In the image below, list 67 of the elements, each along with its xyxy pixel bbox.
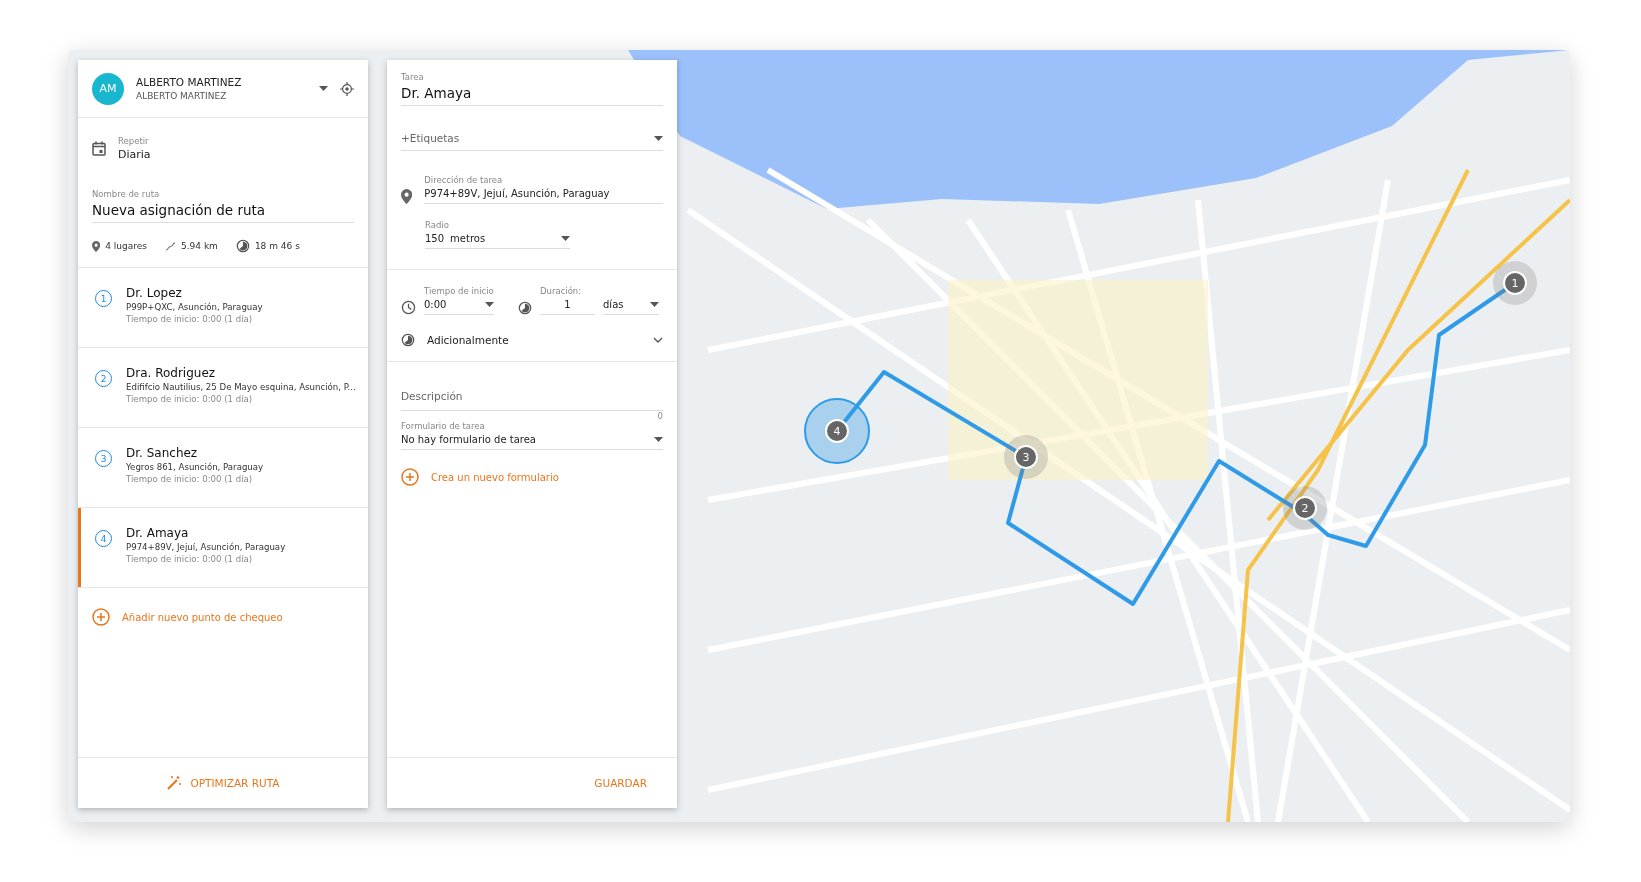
calendar-icon (92, 141, 106, 156)
field-label: Dirección de tarea (424, 175, 504, 185)
dropdown-caret-icon[interactable] (485, 302, 494, 307)
dropdown-caret-icon[interactable] (654, 437, 663, 442)
stop-item[interactable]: 3 Dr. Sanchez Yegros 861, Asunción, Paraguay Tiempo de inicio: 0:00 (1 día) (78, 428, 368, 508)
route-marker[interactable]: 3 (1004, 435, 1048, 479)
stop-name: Dra. Rodriguez (126, 366, 217, 380)
clock-icon (401, 300, 416, 315)
timer-icon (235, 239, 250, 253)
duration-unit[interactable]: días (603, 299, 624, 310)
stop-address: Edififcio Nautilius, 25 De Mayo esquina, Asunción, P... (126, 382, 356, 392)
field-label: Repetir (118, 136, 150, 146)
location-pin-icon (92, 240, 101, 252)
radius-value[interactable]: 150 (425, 233, 445, 244)
dropdown-caret-icon[interactable] (319, 86, 328, 91)
stop-item[interactable]: 2 Dra. Rodriguez Edififcio Nautilius, 25 De Mayo esquina, Asunción, P... Tiempo de inicio: 0:00 (1 día) (78, 348, 368, 428)
field-label: Duración: (540, 286, 583, 296)
route-marker[interactable]: 4 (804, 398, 870, 464)
chevron-icon (653, 337, 663, 343)
stop-time: Tiempo de inicio: 0:00 (1 día) (126, 554, 254, 564)
tags-dropdown[interactable]: +Etiquetas (401, 132, 460, 144)
route-name-field[interactable]: Nueva asignación de ruta (92, 202, 354, 218)
route-stat: 5.94 km (181, 241, 218, 251)
stopwatch-icon (401, 333, 415, 347)
route-stat: 4 lugares (105, 241, 147, 251)
task-address-field[interactable]: P974+89V, Jejuí, Asunción, Paraguay (424, 188, 663, 199)
stop-time: Tiempo de inicio: 0:00 (1 día) (126, 314, 254, 324)
locate-button[interactable] (340, 81, 354, 96)
timer-icon (518, 301, 532, 315)
dropdown-caret-icon[interactable] (650, 302, 659, 307)
route-squiggle-icon (165, 240, 176, 252)
stop-name: Dr. Lopez (126, 286, 183, 300)
field-label: Tarea (401, 72, 425, 82)
magic-wand-icon (166, 775, 183, 791)
start-time-value[interactable]: 0:00 (424, 299, 447, 310)
duration-value[interactable]: 1 (540, 299, 595, 310)
route-marker[interactable]: 1 (1493, 261, 1537, 305)
dropdown-caret-icon[interactable] (561, 236, 570, 241)
repeat-value[interactable]: Diaria (118, 148, 151, 161)
user-name: ALBERTO MARTINEZ (136, 76, 243, 88)
stop-time: Tiempo de inicio: 0:00 (1 día) (126, 474, 254, 484)
dropdown-caret-icon[interactable] (654, 135, 663, 141)
stop-address: P974+89V, Jejuí, Asunción, Paraguay (126, 542, 286, 552)
task-form-dropdown[interactable]: No hay formulario de tarea (401, 434, 536, 445)
task-name-field[interactable]: Dr. Amaya (401, 85, 663, 101)
stop-time: Tiempo de inicio: 0:00 (1 día) (126, 394, 254, 404)
stop-item[interactable]: 4 Dr. Amaya P974+89V, Jejuí, Asunción, Paraguay Tiempo de inicio: 0:00 (1 día) (78, 508, 368, 588)
route-stat: 18 m 46 s (254, 241, 300, 251)
avatar: AM (92, 72, 124, 105)
route-marker[interactable]: 2 (1283, 486, 1327, 530)
field-label: Nombre de ruta (92, 189, 161, 199)
character-counter: 0 (657, 411, 663, 421)
radius-unit: metros (450, 233, 486, 244)
field-label: Formulario de tarea (401, 421, 486, 431)
field-label: Radio (425, 220, 450, 230)
user-subtitle: ALBERTO MARTINEZ (136, 91, 228, 101)
location-pin-icon (401, 189, 413, 204)
add-circle-icon (401, 468, 419, 486)
stop-address: P99P+QXC, Asunción, Paraguay (126, 302, 263, 312)
stop-name: Dr. Amaya (126, 526, 190, 540)
description-field[interactable]: Descripción (401, 390, 663, 406)
stop-address: Yegros 861, Asunción, Paraguay (126, 462, 264, 472)
additional-section-toggle[interactable]: Adicionalmente (401, 333, 663, 347)
field-label: Tiempo de inicio (424, 286, 494, 296)
add-circle-icon (92, 608, 110, 626)
stop-name: Dr. Sanchez (126, 446, 199, 460)
stop-item[interactable]: 1 Dr. Lopez P99P+QXC, Asunción, Paraguay Tiempo de inicio: 0:00 (1 día) (78, 268, 368, 348)
